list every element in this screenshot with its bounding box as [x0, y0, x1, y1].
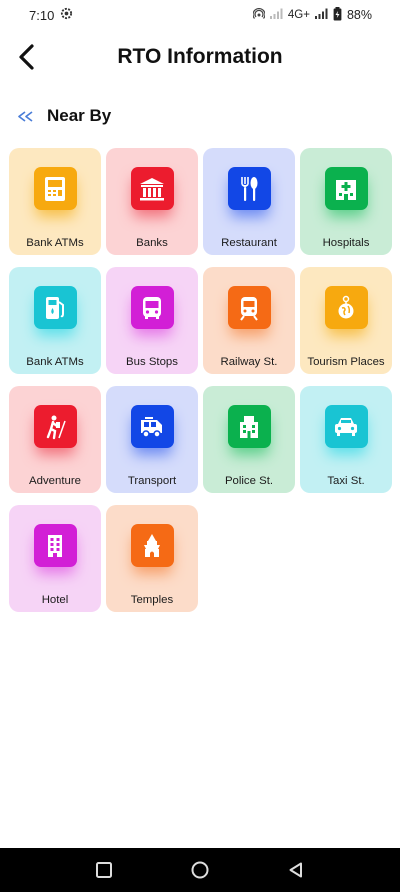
system-nav-bar — [0, 848, 400, 892]
globe-icon — [324, 286, 368, 329]
signal-strong-icon — [314, 8, 328, 22]
atm-icon — [33, 167, 77, 210]
tile-label: Restaurant — [221, 237, 277, 249]
category-tile[interactable]: Railway St. — [203, 267, 295, 374]
recents-button[interactable] — [84, 850, 124, 890]
battery-icon — [333, 6, 342, 24]
category-tile[interactable]: Restaurant — [203, 148, 295, 255]
signal-icon — [269, 8, 283, 22]
category-tile[interactable]: Police St. — [203, 386, 295, 493]
category-grid: Bank ATMs Banks Restaurant Hospitals Bank AT… — [9, 148, 392, 612]
fuel-pump-icon — [33, 286, 77, 329]
fork-knife-icon — [227, 167, 271, 210]
double-chevron-left-icon — [18, 110, 33, 122]
category-tile[interactable]: Bus Stops — [106, 267, 198, 374]
category-tile[interactable]: Temples — [106, 505, 198, 612]
tile-label: Banks — [136, 237, 168, 249]
status-bar: 7:10 4G+ 88% — [0, 0, 400, 30]
app-header: RTO Information — [0, 36, 400, 78]
battery-percent: 88% — [346, 8, 372, 22]
category-tile[interactable]: Banks — [106, 148, 198, 255]
tile-label: Hotel — [41, 594, 69, 606]
tile-label: Railway St. — [220, 356, 278, 368]
nearby-section-header: Near By — [16, 106, 111, 126]
category-tile[interactable]: Tourism Places — [300, 267, 392, 374]
train-icon — [227, 286, 271, 329]
truck-icon — [130, 405, 174, 448]
hotspot-icon — [252, 7, 266, 23]
hiker-icon — [33, 405, 77, 448]
police-station-icon — [227, 405, 271, 448]
tile-label: Police St. — [224, 475, 274, 487]
hotel-icon — [33, 524, 77, 567]
category-tile[interactable]: Transport — [106, 386, 198, 493]
recents-icon — [96, 862, 112, 878]
status-time: 7:10 — [29, 7, 55, 23]
back-button[interactable] — [10, 40, 44, 74]
nav-back-button[interactable] — [276, 850, 316, 890]
home-icon — [191, 861, 209, 879]
home-button[interactable] — [180, 850, 220, 890]
tile-label: Bus Stops — [126, 356, 178, 368]
tile-label: Adventure — [29, 475, 81, 487]
tile-label: Bank ATMs — [26, 356, 84, 368]
category-tile[interactable]: Adventure — [9, 386, 101, 493]
network-type: 4G+ — [287, 9, 310, 21]
taxi-icon — [324, 405, 368, 448]
page-title: RTO Information — [117, 45, 283, 68]
section-title: Near By — [47, 106, 112, 125]
bank-icon — [130, 167, 174, 210]
category-tile[interactable]: Hotel — [9, 505, 101, 612]
bus-icon — [130, 286, 174, 329]
chevron-left-icon — [19, 44, 34, 70]
back-triangle-icon — [289, 862, 302, 878]
tile-label: Bank ATMs — [26, 237, 84, 249]
temple-icon — [130, 524, 174, 567]
category-tile[interactable]: Bank ATMs — [9, 148, 101, 255]
tile-label: Hospitals — [322, 237, 370, 249]
tile-label: Transport — [127, 475, 177, 487]
tile-label: Taxi St. — [327, 475, 365, 487]
tile-label: Temples — [130, 594, 174, 606]
hospital-icon — [324, 167, 368, 210]
category-tile[interactable]: Hospitals — [300, 148, 392, 255]
settings-gear-icon — [60, 7, 73, 23]
category-tile[interactable]: Bank ATMs — [9, 267, 101, 374]
category-tile[interactable]: Taxi St. — [300, 386, 392, 493]
tile-label: Tourism Places — [307, 356, 385, 368]
